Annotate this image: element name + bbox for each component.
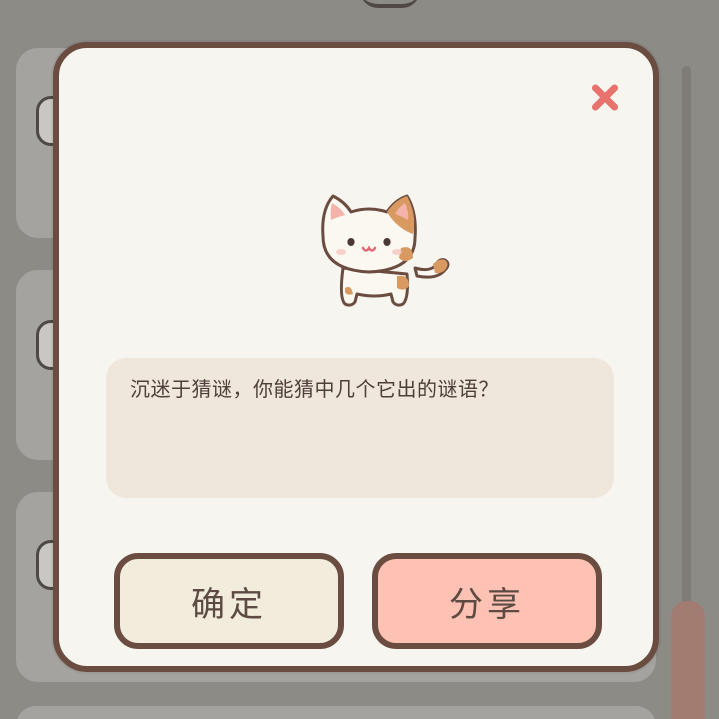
- confirm-button[interactable]: 确定: [114, 553, 344, 649]
- background-header-glyph: [360, 0, 420, 8]
- background-list-card: [16, 706, 656, 719]
- riddle-dialog: 沉迷于猜谜，你能猜中几个它出的谜语？ 确定 分享: [53, 42, 659, 672]
- share-button-label: 分享: [449, 584, 525, 625]
- close-icon[interactable]: [585, 78, 625, 118]
- calico-cat-illustration: [305, 188, 455, 313]
- background-scrollbar-thumb[interactable]: [671, 601, 705, 719]
- screen: 沉迷于猜谜，你能猜中几个它出的谜语？ 确定 分享: [0, 0, 719, 719]
- message-box: 沉迷于猜谜，你能猜中几个它出的谜语？: [106, 358, 614, 498]
- confirm-button-label: 确定: [191, 584, 267, 625]
- share-button[interactable]: 分享: [372, 553, 602, 649]
- cat-drawing: [321, 194, 450, 307]
- dialog-message: 沉迷于猜谜，你能猜中几个它出的谜语？: [130, 377, 499, 401]
